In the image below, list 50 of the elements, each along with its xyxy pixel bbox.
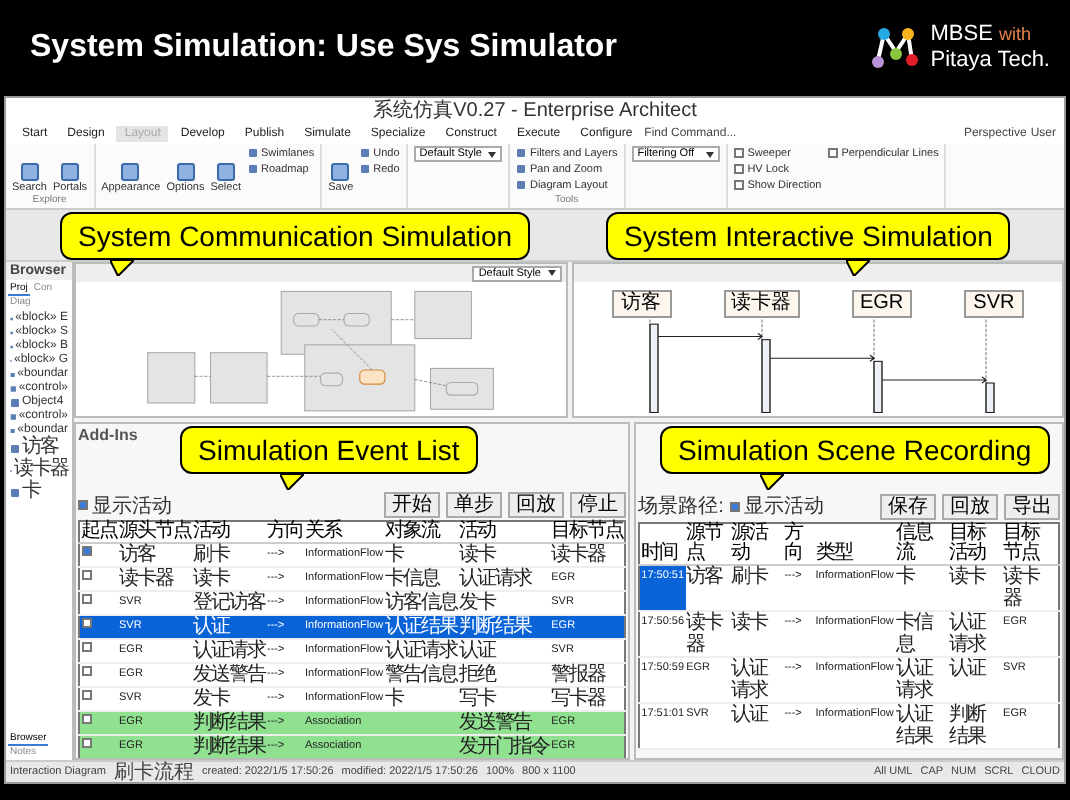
lifeline-header: SVR xyxy=(963,290,1024,318)
checkbox[interactable] xyxy=(81,690,91,700)
dropdown-caret-icon xyxy=(547,270,555,276)
panel-button[interactable]: 开始 xyxy=(384,492,441,518)
table-cell: 判断结果 xyxy=(948,703,1003,749)
window-title: 系统仿真V0.27 - Enterprise Architect xyxy=(373,97,697,124)
dropdown-caret-icon xyxy=(705,151,714,157)
checkbox[interactable] xyxy=(81,570,91,580)
panel-title: Add-Ins xyxy=(78,426,138,444)
tree-item[interactable]: 读卡器 xyxy=(14,460,68,480)
lifeline-header: 读卡器 xyxy=(723,290,800,318)
checkbox[interactable] xyxy=(81,594,91,604)
tree-item[interactable]: 卡 xyxy=(22,482,40,502)
lifeline-header: EGR xyxy=(851,290,912,318)
lifeline-header: 访客 xyxy=(611,290,672,318)
checkbox[interactable] xyxy=(81,546,91,556)
logo-text: Pitaya Tech. xyxy=(930,48,1050,74)
panel-button[interactable]: 单步 xyxy=(446,492,503,518)
checkbox[interactable] xyxy=(81,738,91,748)
checkbox[interactable] xyxy=(81,642,91,652)
tool-icon xyxy=(60,162,80,182)
logo-text: MBSE with xyxy=(930,22,1033,48)
checkbox[interactable] xyxy=(81,666,91,676)
tool-icon xyxy=(215,162,236,182)
status-text: 刷卡流程 xyxy=(114,759,194,786)
callout-pointer xyxy=(280,474,304,490)
checkbox[interactable] xyxy=(81,714,91,724)
checkbox[interactable]: 显示活动 xyxy=(78,498,172,512)
callout-pointer xyxy=(846,260,870,276)
element-icon xyxy=(10,487,20,497)
table-cell: 认证结果 xyxy=(894,703,949,749)
tool-icon xyxy=(175,162,196,182)
checkbox[interactable] xyxy=(81,618,91,628)
panel-button[interactable]: 导出 xyxy=(1004,493,1060,519)
tool-icon xyxy=(120,162,141,182)
panel-button[interactable]: 回放 xyxy=(508,492,565,518)
callout-pointer xyxy=(760,474,784,490)
panel-button[interactable]: 停止 xyxy=(570,492,627,518)
table-cell: 认证 xyxy=(729,703,784,749)
page-title: System Simulation: Use Sys Simulator xyxy=(30,30,617,66)
path-label: 场景路径: xyxy=(638,493,724,520)
panel-button[interactable]: 回放 xyxy=(942,493,998,519)
callout-pointer xyxy=(110,260,134,276)
tool-icon xyxy=(330,162,351,182)
tree-item[interactable]: 访客 xyxy=(22,438,58,458)
logo-icon xyxy=(870,26,923,70)
tool-icon xyxy=(19,162,40,182)
checkbox[interactable]: 显示活动 xyxy=(729,499,824,513)
panel-button[interactable]: 保存 xyxy=(880,493,936,519)
dropdown-caret-icon xyxy=(487,151,496,157)
